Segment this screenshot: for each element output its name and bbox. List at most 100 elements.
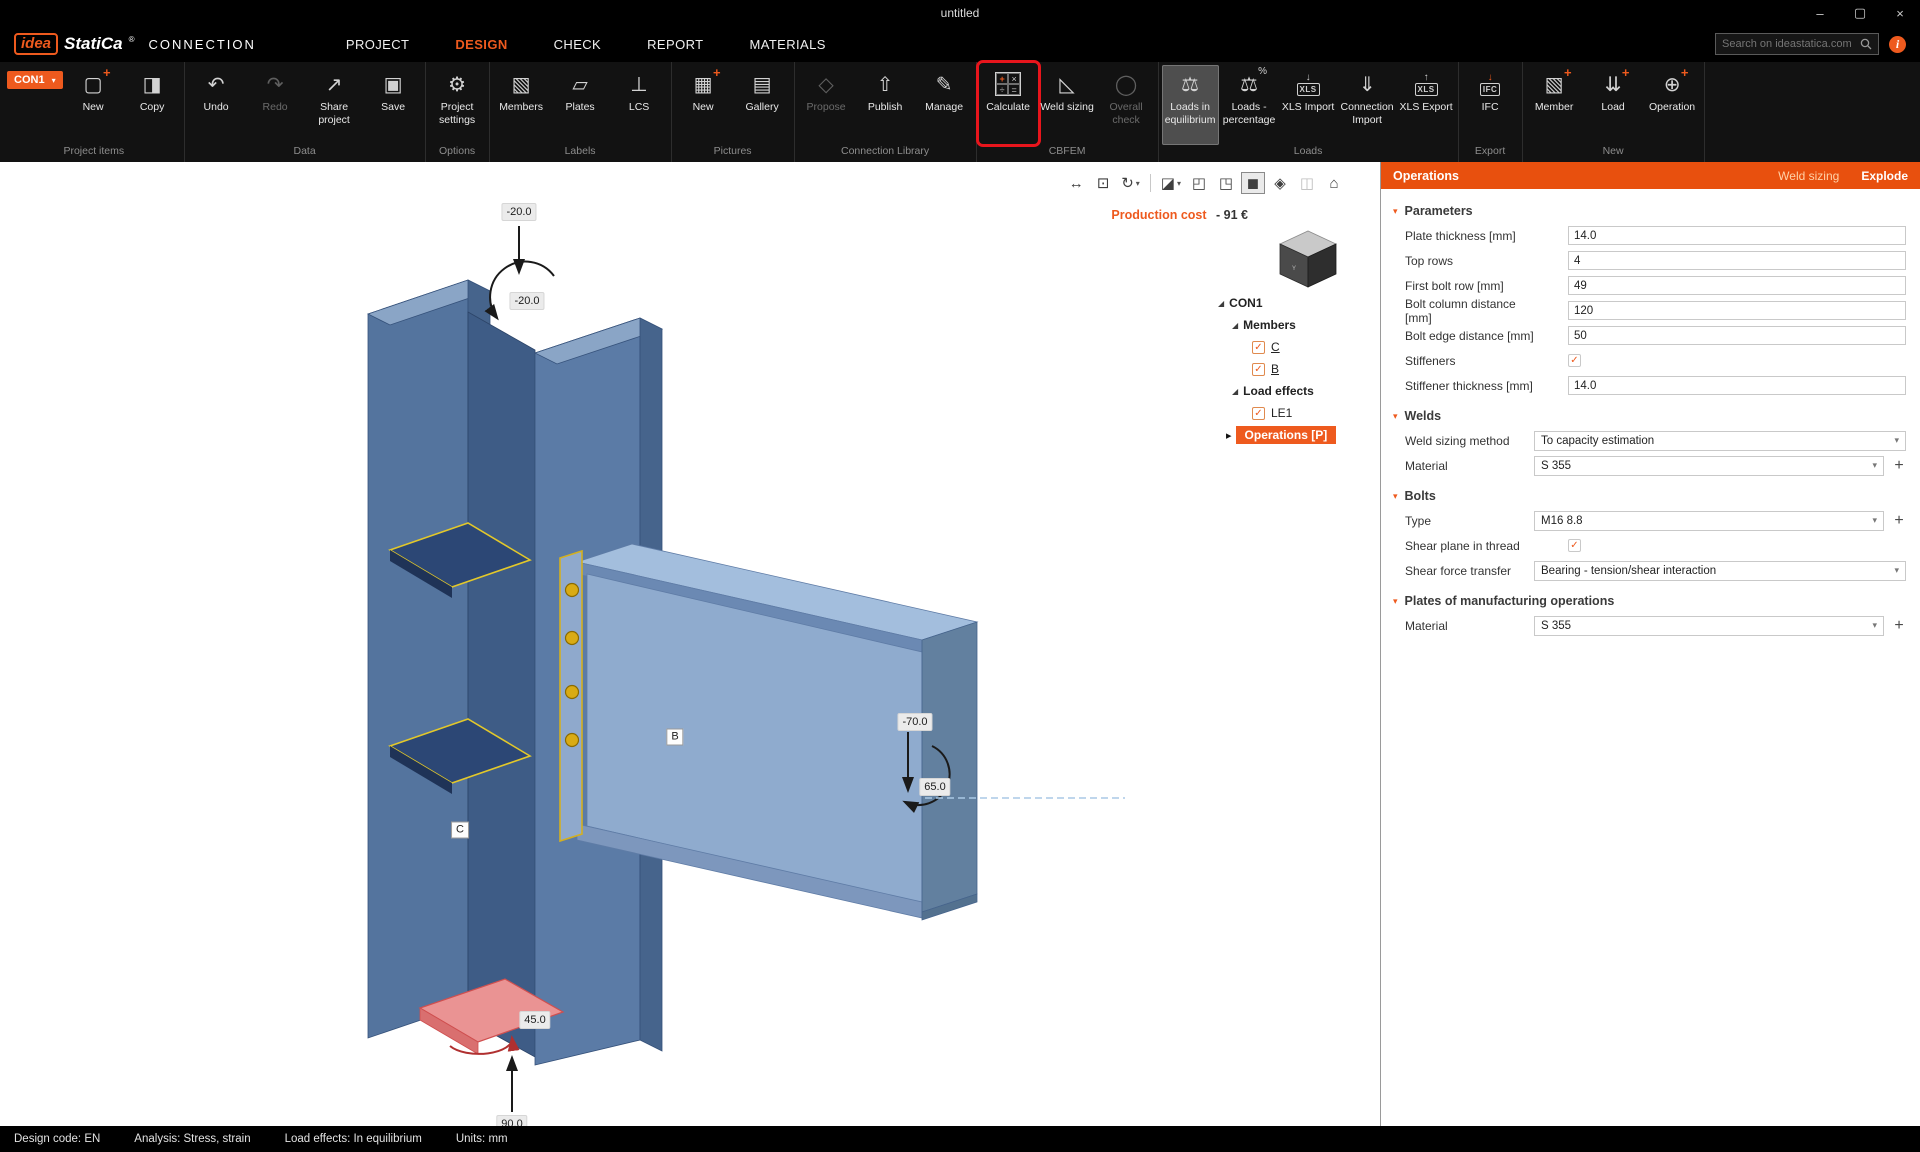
idea-logo: idea — [14, 33, 58, 55]
section-header-parameters[interactable]: ▾Parameters — [1393, 204, 1906, 218]
top-rows-input[interactable] — [1568, 251, 1906, 270]
button-label: Plates — [565, 101, 594, 114]
ifc-button[interactable]: ↓IFCIFC — [1462, 65, 1519, 145]
plate-thickness-mm-input[interactable] — [1568, 226, 1906, 245]
rotate-view-icon[interactable]: ↻▾ — [1118, 172, 1143, 194]
share-project-button[interactable]: ↗Share project — [306, 65, 363, 145]
expander-icon[interactable]: ◢ — [1232, 321, 1238, 330]
manage-button[interactable]: ✎Manage — [916, 65, 973, 145]
xls-export-icon: ↑XLS — [1415, 69, 1438, 99]
bolt-edge-distance-mm-input[interactable] — [1568, 326, 1906, 345]
stiffener-thickness-mm-input[interactable] — [1568, 376, 1906, 395]
copy-button[interactable]: ◨Copy — [124, 65, 181, 145]
tree-item-c[interactable]: C — [1271, 340, 1280, 354]
info-icon[interactable]: i — [1889, 36, 1906, 53]
search-icon[interactable] — [1860, 38, 1872, 50]
publish-button[interactable]: ⇧Publish — [857, 65, 914, 145]
shear-force-transfer-select[interactable]: Bearing - tension/shear interaction▾ — [1534, 561, 1906, 581]
expander-icon[interactable]: ◢ — [1218, 299, 1224, 308]
overall-check-button[interactable]: ◯Overall check — [1098, 65, 1155, 145]
maximize-button[interactable]: ▢ — [1840, 0, 1880, 26]
tree-item-b[interactable]: B — [1271, 362, 1279, 376]
lcs-button[interactable]: ⊥LCS — [611, 65, 668, 145]
expander-collapsed-icon[interactable]: ▸ — [1226, 429, 1232, 442]
explode-action[interactable]: Explode — [1861, 169, 1908, 183]
project-settings-button[interactable]: ⚙Project settings — [429, 65, 486, 145]
member-button[interactable]: ▧+Member — [1526, 65, 1583, 145]
members-button[interactable]: ▧Members — [493, 65, 550, 145]
viewport-3d[interactable] — [0, 162, 1380, 1126]
xls-import-button[interactable]: ↓XLSXLS Import — [1280, 65, 1337, 145]
tab-report[interactable]: REPORT — [647, 37, 703, 52]
tree-item-operations-p[interactable]: Operations [P] — [1236, 426, 1337, 444]
solid-view-icon[interactable]: ◼ — [1241, 172, 1265, 194]
section-header-bolts[interactable]: ▾Bolts — [1393, 489, 1906, 503]
add-material-button[interactable]: + — [1892, 458, 1906, 474]
weld-sizing-method-select[interactable]: To capacity estimation▾ — [1534, 431, 1906, 451]
tree-item-load-effects[interactable]: Load effects — [1243, 384, 1314, 398]
production-cost-label: Production cost — [1111, 208, 1206, 222]
loads-in-equilibrium-button[interactable]: ⚖Loads in equilibrium — [1162, 65, 1219, 145]
member-label-b[interactable]: B — [666, 729, 683, 746]
section-header-welds[interactable]: ▾Welds — [1393, 409, 1906, 423]
calculate-button[interactable]: +×÷=Calculate — [980, 65, 1037, 145]
plates-button[interactable]: ▱Plates — [552, 65, 609, 145]
stiffeners-checkbox[interactable]: ✓ — [1568, 354, 1581, 367]
checkbox-checked-icon[interactable]: ✓ — [1252, 341, 1265, 354]
gallery-button[interactable]: ▤Gallery — [734, 65, 791, 145]
view-iso-icon[interactable]: ◳ — [1214, 172, 1238, 194]
propose-button[interactable]: ◇Propose — [798, 65, 855, 145]
load-button[interactable]: ⇊+Load — [1585, 65, 1642, 145]
section-clip-icon[interactable]: ◪▾ — [1158, 172, 1184, 194]
chevron-down-icon: ▾ — [1393, 596, 1398, 607]
tab-materials[interactable]: MATERIALS — [749, 37, 825, 52]
tab-check[interactable]: CHECK — [554, 37, 602, 52]
ribbon-group-pictures: ▦+New▤GalleryPictures — [672, 62, 795, 162]
section-header-plates-of-manufacturing-operations[interactable]: ▾Plates of manufacturing operations — [1393, 594, 1906, 608]
redo-button[interactable]: ↷Redo — [247, 65, 304, 145]
new-button[interactable]: ▢+New — [65, 65, 122, 145]
navigation-cube[interactable]: Y — [1268, 220, 1348, 292]
tab-design[interactable]: DESIGN — [455, 37, 507, 52]
labels-view-icon[interactable]: ◈ — [1268, 172, 1292, 194]
column-member[interactable] — [368, 280, 535, 1057]
checkbox-checked-icon[interactable]: ✓ — [1252, 363, 1265, 376]
search-input[interactable] — [1722, 38, 1854, 50]
ribbon-group-label: Loads — [1162, 145, 1455, 162]
add-material-button[interactable]: + — [1892, 618, 1906, 634]
weld-sizing-action[interactable]: Weld sizing — [1778, 169, 1839, 183]
minimize-button[interactable]: – — [1800, 0, 1840, 26]
type-select[interactable]: M16 8.8▾ — [1534, 511, 1884, 531]
statica-logo: StatiCa — [64, 34, 123, 54]
button-label: Share project — [306, 101, 363, 126]
loads-percentage-button[interactable]: ⚖%Loads - percentage — [1221, 65, 1278, 145]
shear-plane-in-thread-checkbox[interactable]: ✓ — [1568, 539, 1581, 552]
tree-item-le1[interactable]: LE1 — [1271, 406, 1292, 420]
connection-selector[interactable]: CON1▾ — [7, 71, 63, 89]
split-view-icon[interactable]: ◫ — [1295, 172, 1319, 194]
close-button[interactable]: × — [1880, 0, 1920, 26]
material-select[interactable]: S 355▾ — [1534, 616, 1884, 636]
material-select[interactable]: S 355▾ — [1534, 456, 1884, 476]
bolt-column-distance-mm-input[interactable] — [1568, 301, 1906, 320]
undo-button[interactable]: ↶Undo — [188, 65, 245, 145]
tree-item-con1[interactable]: CON1 — [1229, 296, 1262, 310]
add-type-button[interactable]: + — [1892, 513, 1906, 529]
first-bolt-row-mm-input[interactable] — [1568, 276, 1906, 295]
member-label-c[interactable]: C — [451, 822, 469, 839]
connection-import-button[interactable]: ⇓Connection Import — [1339, 65, 1396, 145]
save-button[interactable]: ▣Save — [365, 65, 422, 145]
xls-export-button[interactable]: ↑XLSXLS Export — [1398, 65, 1455, 145]
expander-icon[interactable]: ◢ — [1232, 387, 1238, 396]
checkbox-checked-icon[interactable]: ✓ — [1252, 407, 1265, 420]
fit-view-icon[interactable]: ⊡ — [1091, 172, 1115, 194]
tree-item-members[interactable]: Members — [1243, 318, 1296, 332]
measure-icon[interactable]: ↔ — [1064, 172, 1088, 194]
new-button[interactable]: ▦+New — [675, 65, 732, 145]
weld-sizing-button[interactable]: ◺Weld sizing — [1039, 65, 1096, 145]
ribbon-group-label: Pictures — [675, 145, 791, 162]
view-front-icon[interactable]: ◰ — [1187, 172, 1211, 194]
home-icon[interactable]: ⌂ — [1322, 172, 1346, 194]
operation-button[interactable]: ⊕+Operation — [1644, 65, 1701, 145]
tab-project[interactable]: PROJECT — [346, 37, 409, 52]
